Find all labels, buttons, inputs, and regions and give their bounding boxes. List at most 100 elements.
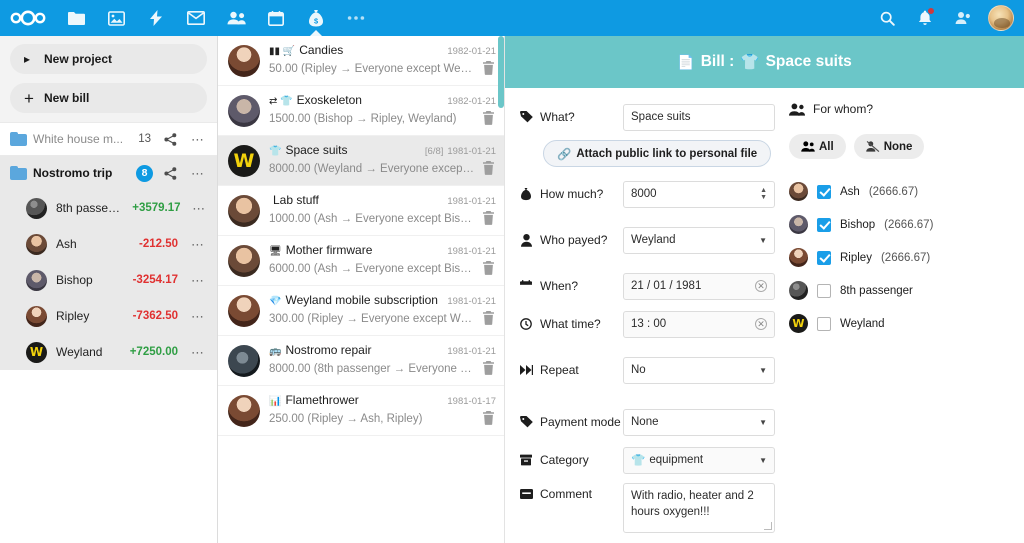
bill-list-item[interactable]: 💎 Weyland mobile subscription 1981-01-21… bbox=[218, 286, 504, 336]
notifications-bell-icon[interactable] bbox=[906, 0, 944, 36]
contacts-icon[interactable] bbox=[216, 0, 256, 36]
clear-date-icon[interactable]: ✕ bbox=[755, 280, 767, 292]
field-category: Category 👕 equipment ▼ bbox=[519, 445, 775, 475]
member-menu-icon[interactable]: ⋯ bbox=[187, 305, 209, 327]
sidebar-member-ash[interactable]: Ash -212.50 ⋯ bbox=[0, 226, 217, 262]
calendar-icon[interactable] bbox=[256, 0, 296, 36]
whopayed-select[interactable]: Weyland ▼ bbox=[623, 226, 775, 254]
stepper-down-icon[interactable]: ▼ bbox=[760, 194, 767, 201]
stepper-up-icon[interactable]: ▲ bbox=[760, 187, 767, 194]
sidebar-member-weyland[interactable]: Weyland +7250.00 ⋯ bbox=[0, 334, 217, 370]
field-what: What? Space suits bbox=[519, 102, 775, 132]
attach-public-link-button[interactable]: 🔗 Attach public link to personal file bbox=[543, 140, 772, 167]
sidebar-project-nostromo-trip[interactable]: Nostromo trip 8 ⋯ bbox=[0, 156, 217, 190]
member-checkbox[interactable] bbox=[817, 184, 831, 199]
when-input[interactable]: 21 / 01 / 1981 ✕ bbox=[623, 272, 775, 300]
project-menu-icon[interactable]: ⋯ bbox=[187, 128, 209, 150]
bill-tag-icon: ▮▮ 🛒 bbox=[269, 46, 296, 57]
comment-textarea[interactable]: With radio, heater and 2 hours oxygen!!! bbox=[623, 483, 775, 533]
chevron-down-icon: ▼ bbox=[759, 365, 767, 375]
bill-tag-icon: 💎 bbox=[269, 296, 282, 307]
select-none-button[interactable]: None bbox=[853, 134, 925, 159]
delete-bill-icon[interactable] bbox=[482, 311, 496, 326]
for-whom-label: For whom? bbox=[813, 102, 874, 116]
delete-bill-icon[interactable] bbox=[482, 411, 496, 426]
category-select[interactable]: 👕 equipment ▼ bbox=[623, 446, 775, 474]
bill-list-item[interactable]: ▮▮ 🛒 Candies 1982-01-21 50.00 (Ripley → … bbox=[218, 36, 504, 86]
clear-time-icon[interactable]: ✕ bbox=[755, 318, 767, 330]
member-menu-icon[interactable]: ⋯ bbox=[187, 341, 209, 363]
select-all-button[interactable]: All bbox=[789, 134, 846, 159]
contacts-menu-icon[interactable] bbox=[944, 0, 982, 36]
bill-list-item[interactable]: ⇄ 👕 Exoskeleton 1982-01-21 1500.00 (Bish… bbox=[218, 86, 504, 136]
for-whom-member-weyland[interactable]: Weyland bbox=[789, 307, 1024, 340]
bill-list-item[interactable]: 📊 Flamethrower 1981-01-17 250.00 (Ripley… bbox=[218, 386, 504, 436]
photos-icon[interactable] bbox=[96, 0, 136, 36]
delete-bill-icon[interactable] bbox=[482, 61, 496, 76]
member-menu-icon[interactable]: ⋯ bbox=[187, 269, 209, 291]
sidebar-project-white-house[interactable]: White house m... 13 ⋯ bbox=[0, 122, 217, 156]
bill-list-item[interactable]: Lab stuff 1981-01-21 1000.00 (Ash → Ever… bbox=[218, 186, 504, 236]
money-bag-icon bbox=[519, 187, 533, 201]
for-whom-member-8th-passenger[interactable]: 8th passenger bbox=[789, 274, 1024, 307]
mail-icon[interactable] bbox=[176, 0, 216, 36]
delete-bill-icon[interactable] bbox=[482, 261, 496, 276]
user-avatar[interactable] bbox=[988, 5, 1014, 31]
group-icon bbox=[789, 103, 805, 116]
activity-icon[interactable] bbox=[136, 0, 176, 36]
bill-list-item-selected[interactable]: 👕 Space suits [6/8] 1981-01-21 8000.00 (… bbox=[218, 136, 504, 186]
bill-detail-header-title: Space suits bbox=[765, 53, 852, 70]
paymentmode-select[interactable]: None ▼ bbox=[623, 408, 775, 436]
member-checkbox[interactable] bbox=[817, 316, 831, 331]
search-icon[interactable] bbox=[868, 0, 906, 36]
select-all-none-group: All None bbox=[789, 134, 1024, 159]
whattime-input[interactable]: 13 : 00 ✕ bbox=[623, 310, 775, 338]
delete-bill-icon[interactable] bbox=[482, 361, 496, 376]
share-icon[interactable] bbox=[159, 162, 181, 184]
whopayed-label-group: Who payed? bbox=[519, 233, 623, 247]
bill-date: 1981-01-21 bbox=[447, 296, 496, 307]
scrollbar-thumb[interactable] bbox=[498, 36, 504, 108]
share-icon[interactable] bbox=[159, 128, 181, 150]
plus-icon: + bbox=[24, 88, 34, 108]
for-whom-section: For whom? All None Ash (2666.67) Bishop … bbox=[775, 102, 1024, 543]
bill-list-scrollbar[interactable] bbox=[498, 36, 504, 543]
cospend-money-bag-icon[interactable]: $ bbox=[296, 0, 336, 37]
member-checkbox[interactable] bbox=[817, 250, 831, 265]
for-whom-member-ripley[interactable]: Ripley (2666.67) bbox=[789, 241, 1024, 274]
for-whom-member-ash[interactable]: Ash (2666.67) bbox=[789, 175, 1024, 208]
repeat-select[interactable]: No ▼ bbox=[623, 356, 775, 384]
field-how-much: How much? 8000 ▲ ▼ bbox=[519, 179, 775, 209]
bill-date: 1981-01-21 bbox=[447, 146, 496, 157]
member-menu-icon[interactable]: ⋯ bbox=[187, 233, 209, 255]
new-project-button[interactable]: ▸ New project bbox=[10, 44, 207, 74]
what-input[interactable]: Space suits bbox=[623, 103, 775, 131]
sidebar-member-8th-passenger[interactable]: 8th passenger +3579.17 ⋯ bbox=[0, 190, 217, 226]
what-value: Space suits bbox=[631, 111, 691, 123]
avatar bbox=[228, 395, 260, 427]
delete-bill-icon[interactable] bbox=[482, 211, 496, 226]
howmuch-input[interactable]: 8000 ▲ ▼ bbox=[623, 180, 775, 208]
nextcloud-logo[interactable] bbox=[0, 10, 56, 26]
sidebar-member-bishop[interactable]: Bishop -3254.17 ⋯ bbox=[0, 262, 217, 298]
files-icon[interactable] bbox=[56, 0, 96, 36]
bill-category-icon: 👕 bbox=[740, 53, 760, 71]
member-menu-icon[interactable]: ⋯ bbox=[190, 197, 209, 219]
for-whom-member-bishop[interactable]: Bishop (2666.67) bbox=[789, 208, 1024, 241]
sidebar-member-ripley[interactable]: Ripley -7362.50 ⋯ bbox=[0, 298, 217, 334]
project-menu-icon[interactable]: ⋯ bbox=[187, 162, 209, 184]
member-checkbox[interactable] bbox=[817, 217, 831, 232]
category-emoji-icon: 👕 bbox=[631, 455, 646, 467]
member-name: Ripley bbox=[840, 251, 872, 264]
member-name: 8th passenger bbox=[56, 201, 123, 215]
delete-bill-icon[interactable] bbox=[482, 161, 496, 176]
bill-tag-icon: 🖥 bbox=[269, 246, 282, 257]
bill-list-item[interactable]: 🖥 Mother firmware 1981-01-21 6000.00 (As… bbox=[218, 236, 504, 286]
new-bill-button[interactable]: + New bill bbox=[10, 83, 207, 113]
member-checkbox[interactable] bbox=[817, 283, 831, 298]
bill-list-item[interactable]: 🚌 Nostromo repair 1981-01-21 8000.00 (8t… bbox=[218, 336, 504, 386]
more-apps-icon[interactable] bbox=[336, 0, 376, 36]
number-stepper[interactable]: ▲ ▼ bbox=[756, 187, 767, 201]
delete-bill-icon[interactable] bbox=[482, 111, 496, 126]
bill-summary: 6000.00 (Ash → Everyone except Bishop ..… bbox=[269, 262, 476, 275]
